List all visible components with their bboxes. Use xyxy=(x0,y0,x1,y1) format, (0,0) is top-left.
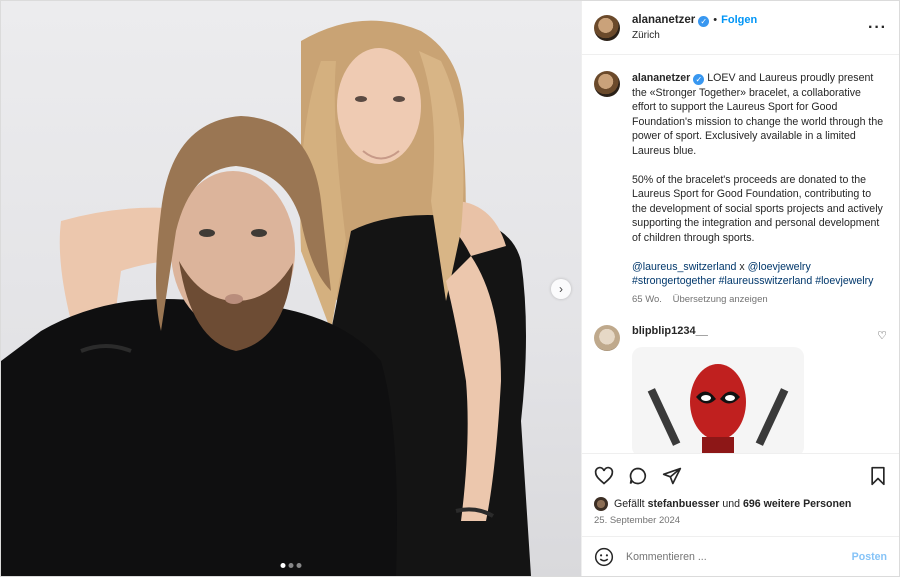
post-dialog: › alananetzer ✓ • Folgen Zürich ··· alan… xyxy=(0,0,900,577)
follow-button[interactable]: Folgen xyxy=(721,14,757,26)
more-options-icon[interactable]: ··· xyxy=(868,19,887,37)
deadpool-sticker-icon xyxy=(647,364,789,453)
carousel-indicator xyxy=(280,563,302,568)
post-actions xyxy=(582,453,899,497)
liker-username[interactable]: stefanbuesser xyxy=(648,498,720,510)
caption-body: alananetzer ✓ LOEV and Laureus proudly pr… xyxy=(632,71,887,307)
comment-bubble-icon[interactable] xyxy=(628,466,648,486)
post-comment-button[interactable]: Posten xyxy=(852,551,887,563)
comment-like-icon[interactable]: ♡ xyxy=(877,329,887,453)
post-media[interactable]: › xyxy=(1,1,581,576)
post-age: 65 Wo. xyxy=(632,293,662,305)
post-location[interactable]: Zürich xyxy=(632,30,868,41)
post-details-panel: alananetzer ✓ • Folgen Zürich ··· alananetz… xyxy=(581,1,899,576)
post-caption: alananetzer ✓ LOEV and Laureus proudly pr… xyxy=(594,71,887,307)
post-date: 25. September 2024 xyxy=(594,515,681,526)
mention-link[interactable]: @loevjewelry xyxy=(748,261,811,273)
post-photo xyxy=(1,20,531,576)
caption-paragraph-2: 50% of the bracelet's proceeds are donat… xyxy=(632,173,883,244)
hashtag-link[interactable]: #loevjewelry xyxy=(815,275,873,287)
comments-section[interactable]: alananetzer ✓ LOEV and Laureus proudly pr… xyxy=(582,55,899,453)
caption-username[interactable]: alananetzer xyxy=(632,72,690,84)
chevron-right-icon: › xyxy=(559,282,563,296)
mention-link[interactable]: @laureus_switzerland xyxy=(632,261,736,273)
likes-prefix: Gefällt xyxy=(614,498,645,510)
verified-badge-icon: ✓ xyxy=(698,16,710,27)
share-send-icon[interactable] xyxy=(662,466,682,486)
caption-meta: 65 Wo. Übersetzung anzeigen xyxy=(632,293,887,308)
next-image-button[interactable]: › xyxy=(551,279,571,299)
author-avatar[interactable] xyxy=(594,14,620,41)
hashtag-link[interactable]: #strongertogether xyxy=(632,275,716,287)
bookmark-icon[interactable] xyxy=(869,466,887,486)
add-comment-bar: Posten xyxy=(582,536,899,576)
commenter-avatar[interactable] xyxy=(594,325,620,352)
author-info: alananetzer ✓ • Folgen Zürich xyxy=(632,14,868,41)
caption-avatar[interactable] xyxy=(594,71,620,97)
header-separator: • xyxy=(713,14,718,26)
mention-separator: x xyxy=(739,260,745,273)
commenter-username[interactable]: blipblip1234__ xyxy=(632,325,708,337)
caption-paragraph-1: LOEV and Laureus proudly present the «St… xyxy=(632,72,884,157)
author-username[interactable]: alananetzer xyxy=(632,14,695,26)
like-heart-icon[interactable] xyxy=(594,466,614,486)
liker-avatar xyxy=(594,497,608,511)
translate-link[interactable]: Übersetzung anzeigen xyxy=(673,294,768,305)
post-header: alananetzer ✓ • Folgen Zürich ··· xyxy=(582,1,899,55)
carousel-dot xyxy=(288,563,294,568)
emoji-icon[interactable] xyxy=(594,547,614,567)
likes-summary[interactable]: Gefällt stefanbuesser und 696 weitere Pe… xyxy=(582,497,899,511)
verified-badge-icon: ✓ xyxy=(693,74,705,85)
carousel-dot xyxy=(280,563,286,568)
comment-item: blipblip1234__ ♡ xyxy=(594,325,887,453)
likes-others[interactable]: 696 weitere Personen xyxy=(743,498,851,510)
likes-middle: und xyxy=(722,498,741,510)
carousel-dot xyxy=(296,563,302,568)
comment-input[interactable] xyxy=(626,550,852,563)
comment-sticker-image xyxy=(632,347,804,453)
comment-body: blipblip1234__ xyxy=(632,325,877,453)
hashtag-link[interactable]: #laureusswitzerland xyxy=(719,275,813,287)
